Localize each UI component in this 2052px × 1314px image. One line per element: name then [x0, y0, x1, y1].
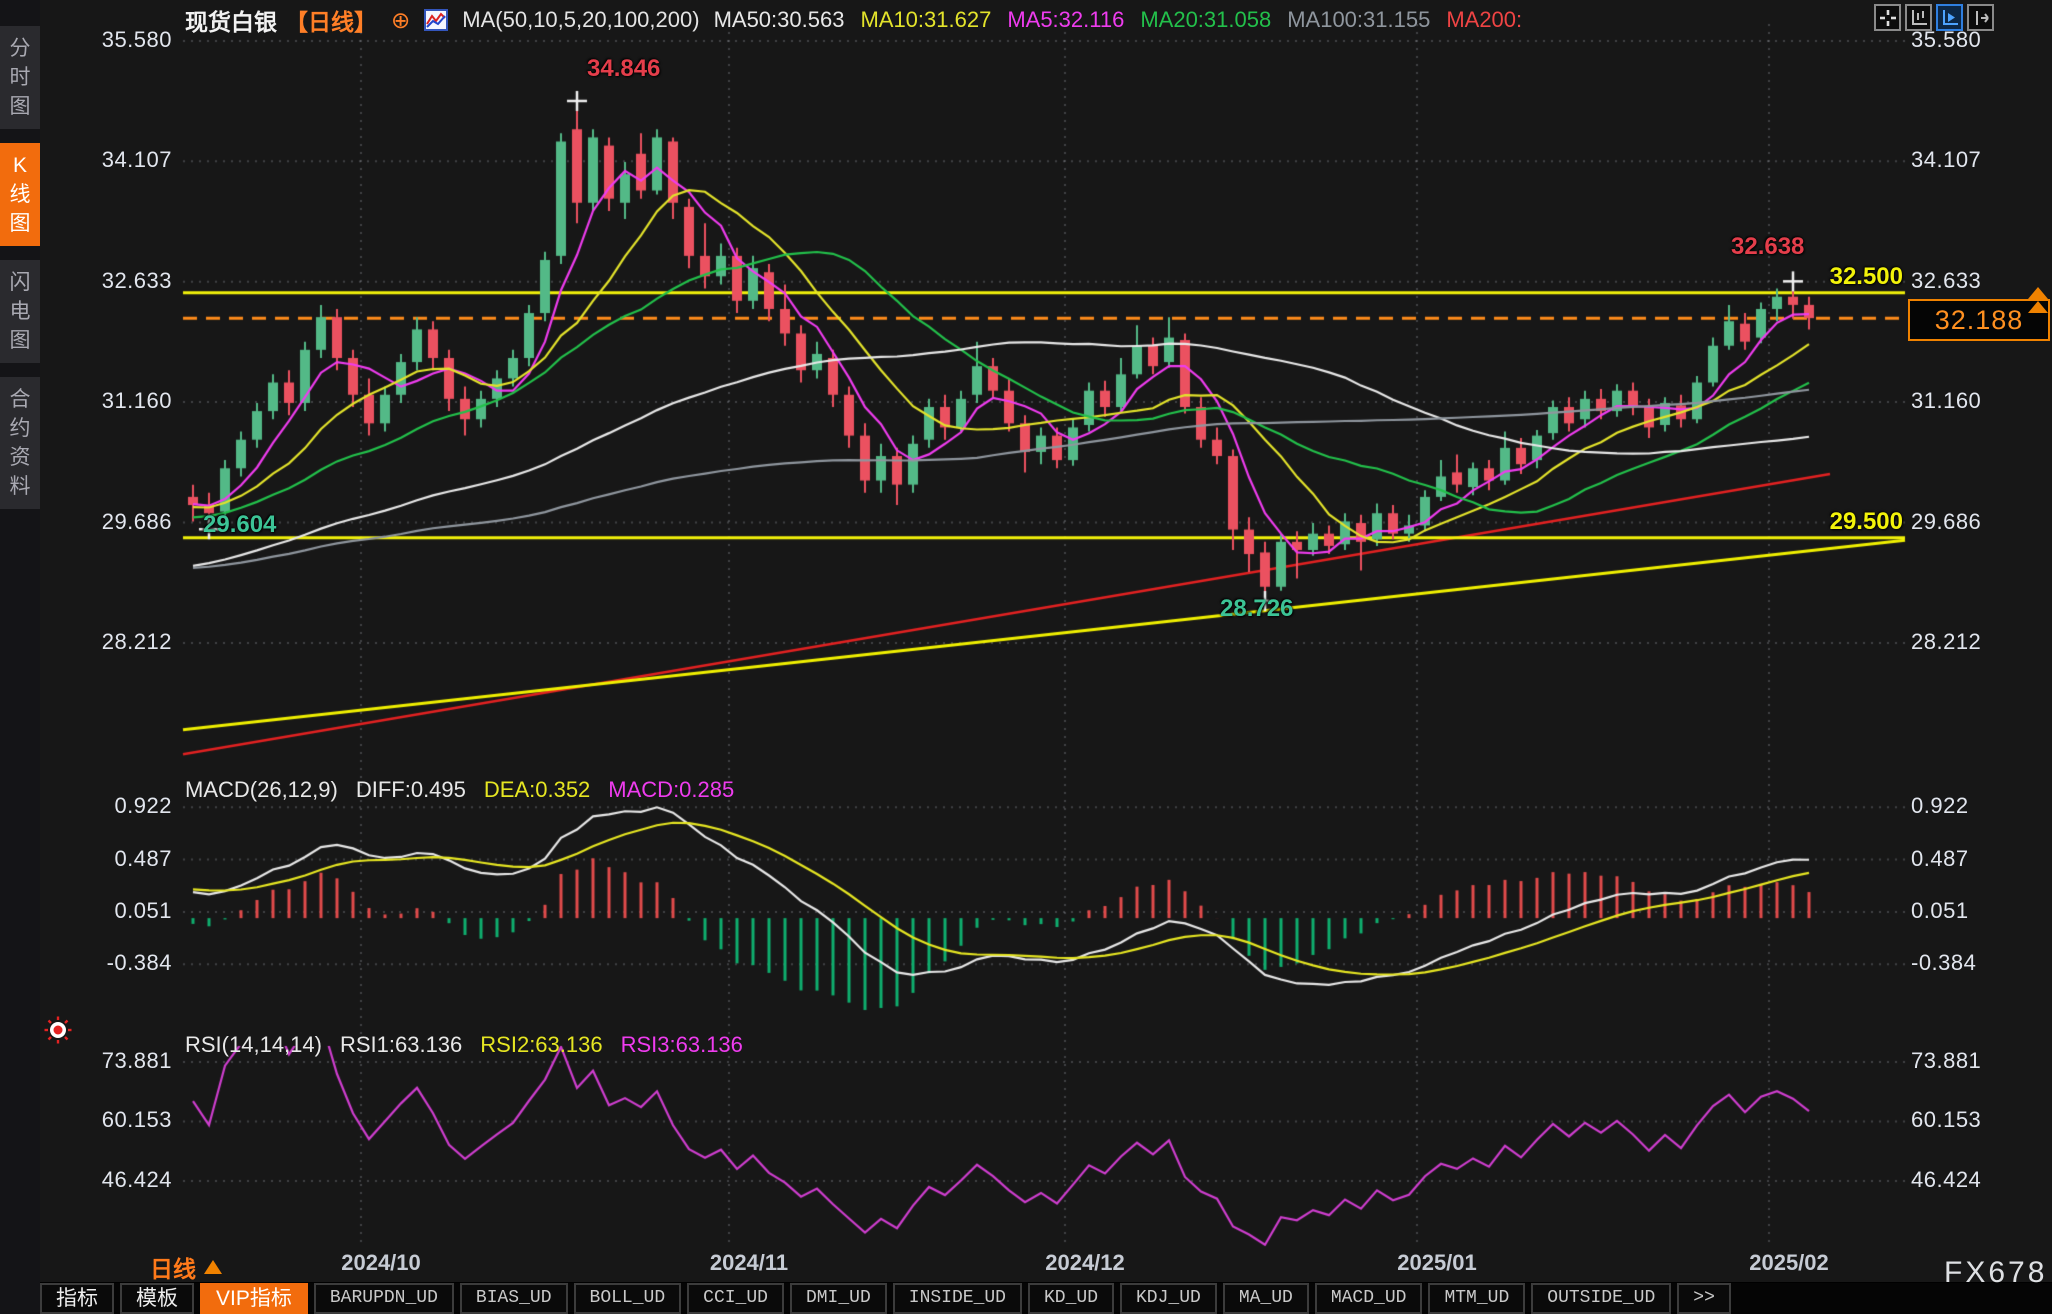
- axis-tick-left: -0.384: [60, 950, 172, 976]
- indicator-tab-OUTSIDE_UD[interactable]: OUTSIDE_UD: [1531, 1283, 1671, 1314]
- rsi-title: RSI(14,14,14): [185, 1032, 322, 1058]
- indicator-tab-DMI_UD[interactable]: DMI_UD: [790, 1283, 887, 1314]
- ma-value: MA20:31.058: [1140, 7, 1271, 33]
- alert-sun-icon[interactable]: [44, 1016, 72, 1044]
- indicator-tab-VIP指标[interactable]: VIP指标: [200, 1283, 308, 1314]
- axis-tick-right: 28.212: [1911, 629, 2041, 655]
- axis-tick-right: 0.922: [1911, 793, 2041, 819]
- axis-tick-right: 34.107: [1911, 147, 2041, 173]
- left-sidebar: 分时图 K线图闪电图合约资料: [0, 0, 40, 1314]
- period-label: 日线: [150, 1250, 196, 1284]
- ma-value: MA100:31.155: [1287, 7, 1430, 33]
- indicator-tab-KD_UD[interactable]: KD_UD: [1028, 1283, 1114, 1314]
- mini-chart-icon[interactable]: [424, 9, 448, 31]
- axis-range-icon[interactable]: [1905, 4, 1932, 31]
- time-axis-label: 2024/12: [1015, 1250, 1155, 1276]
- indicator-tab-BARUPDN_UD[interactable]: BARUPDN_UD: [314, 1283, 454, 1314]
- symbol-name: 现货白银: [185, 3, 277, 37]
- axis-tick-left: 73.881: [60, 1048, 172, 1074]
- axis-tick-left: 0.487: [60, 846, 172, 872]
- axis-tick-right: 29.686: [1911, 509, 2041, 535]
- time-axis-label: 2025/01: [1367, 1250, 1507, 1276]
- axis-tick-right: 60.153: [1911, 1107, 2041, 1133]
- axis-tick-left: 60.153: [60, 1107, 172, 1133]
- level-label: 32.500: [1793, 263, 1903, 291]
- macd-title: MACD(26,12,9): [185, 777, 338, 803]
- axis-tick-right: 0.487: [1911, 846, 2041, 872]
- dropdown-up-icon: [204, 1260, 222, 1274]
- ma-value: MA5:32.116: [1007, 7, 1124, 33]
- axis-shift-icon[interactable]: [1967, 4, 1994, 31]
- scroll-to-latest-icon[interactable]: [2028, 287, 2048, 315]
- sidebar-item-K线图[interactable]: K线图: [0, 143, 40, 246]
- axis-tick-left: 34.107: [60, 147, 172, 173]
- indicator-tab-INSIDE_UD[interactable]: INSIDE_UD: [893, 1283, 1022, 1314]
- sidebar-item-分时图[interactable]: 分时图: [0, 26, 40, 129]
- axis-tick-left: 35.580: [60, 27, 172, 53]
- period-selector[interactable]: 日线: [150, 1250, 222, 1284]
- chart-toolbar: [1874, 4, 1994, 31]
- ma-value: MA200:: [1446, 7, 1522, 33]
- macd-header: MACD(26,12,9) DIFF:0.495 DEA:0.352 MACD:…: [185, 777, 734, 803]
- rsi-header: RSI(14,14,14) RSI1:63.136 RSI2:63.136 RS…: [185, 1032, 743, 1058]
- sidebar-item-闪电图[interactable]: 闪电图: [0, 260, 40, 363]
- indicator-tab-MACD_UD[interactable]: MACD_UD: [1315, 1283, 1423, 1314]
- axis-tick-right: -0.384: [1911, 950, 2041, 976]
- macd-bar-value: MACD:0.285: [608, 777, 734, 803]
- high-marker-label: 32.638: [1731, 233, 1804, 261]
- circle-plus-icon[interactable]: ⊕: [391, 9, 410, 31]
- ma-value: MA50:30.563: [714, 7, 845, 33]
- indicator-tab-CCI_UD[interactable]: CCI_UD: [687, 1283, 784, 1314]
- time-axis-label: 2024/10: [311, 1250, 451, 1276]
- indicator-tab-MA_UD[interactable]: MA_UD: [1223, 1283, 1309, 1314]
- axis-tick-left: 29.686: [60, 509, 172, 535]
- ma-values: MA50:30.563 MA10:31.627 MA5:32.116 MA20:31.…: [714, 7, 1523, 33]
- macd-diff-value: DIFF:0.495: [356, 777, 466, 803]
- axis-tick-right: 0.051: [1911, 898, 2041, 924]
- axis-tick-left: 28.212: [60, 629, 172, 655]
- high-marker-label: 34.846: [587, 55, 660, 83]
- low-marker-label: 28.726: [1220, 595, 1293, 623]
- indicator-tab-KDJ_UD[interactable]: KDJ_UD: [1120, 1283, 1217, 1314]
- time-axis-label: 2025/02: [1719, 1250, 1859, 1276]
- axis-tick-left: 46.424: [60, 1167, 172, 1193]
- indicator-tab-BIAS_UD[interactable]: BIAS_UD: [460, 1283, 568, 1314]
- indicator-tab-bar: 指标模板VIP指标BARUPDN_UDBIAS_UDBOLL_UDCCI_UDD…: [40, 1283, 2052, 1314]
- trading-app-window: { "header": { "symbol": "现货白银", "period_…: [0, 0, 2052, 1314]
- indicator-tab-MTM_UD[interactable]: MTM_UD: [1428, 1283, 1525, 1314]
- axis-tick-left: 31.160: [60, 388, 172, 414]
- axis-tick-right: 31.160: [1911, 388, 2041, 414]
- level-label: 29.500: [1793, 508, 1903, 536]
- axis-tick-right: 73.881: [1911, 1048, 2041, 1074]
- rsi1-value: RSI1:63.136: [340, 1032, 462, 1058]
- ma-params: MA(50,10,5,20,100,200): [462, 7, 699, 33]
- chart-header: 现货白银 【日线】 ⊕ MA(50,10,5,20,100,200) MA50:…: [185, 5, 1522, 35]
- indicator-tab-BOLL_UD[interactable]: BOLL_UD: [574, 1283, 682, 1314]
- period-tag[interactable]: 【日线】: [285, 3, 377, 37]
- axis-tick-left: 0.922: [60, 793, 172, 819]
- crosshair-icon[interactable]: [1874, 4, 1901, 31]
- rsi2-value: RSI2:63.136: [480, 1032, 602, 1058]
- rsi3-value: RSI3:63.136: [621, 1032, 743, 1058]
- axis-tick-right: 32.633: [1911, 268, 2041, 294]
- chart-canvas[interactable]: [0, 0, 2052, 1314]
- indicator-tab->>[interactable]: >>: [1677, 1283, 1731, 1314]
- axis-play-icon[interactable]: [1936, 4, 1963, 31]
- axis-tick-right: 46.424: [1911, 1167, 2041, 1193]
- sidebar-item-合约资料[interactable]: 合约资料: [0, 377, 40, 509]
- low-marker-label: 29.604: [203, 511, 276, 539]
- axis-tick-left: 32.633: [60, 268, 172, 294]
- ma-value: MA10:31.627: [860, 7, 991, 33]
- indicator-tab-模板[interactable]: 模板: [120, 1283, 194, 1314]
- indicator-tab-指标[interactable]: 指标: [40, 1283, 114, 1314]
- axis-tick-left: 0.051: [60, 898, 172, 924]
- macd-dea-value: DEA:0.352: [484, 777, 590, 803]
- time-axis-label: 2024/11: [679, 1250, 819, 1276]
